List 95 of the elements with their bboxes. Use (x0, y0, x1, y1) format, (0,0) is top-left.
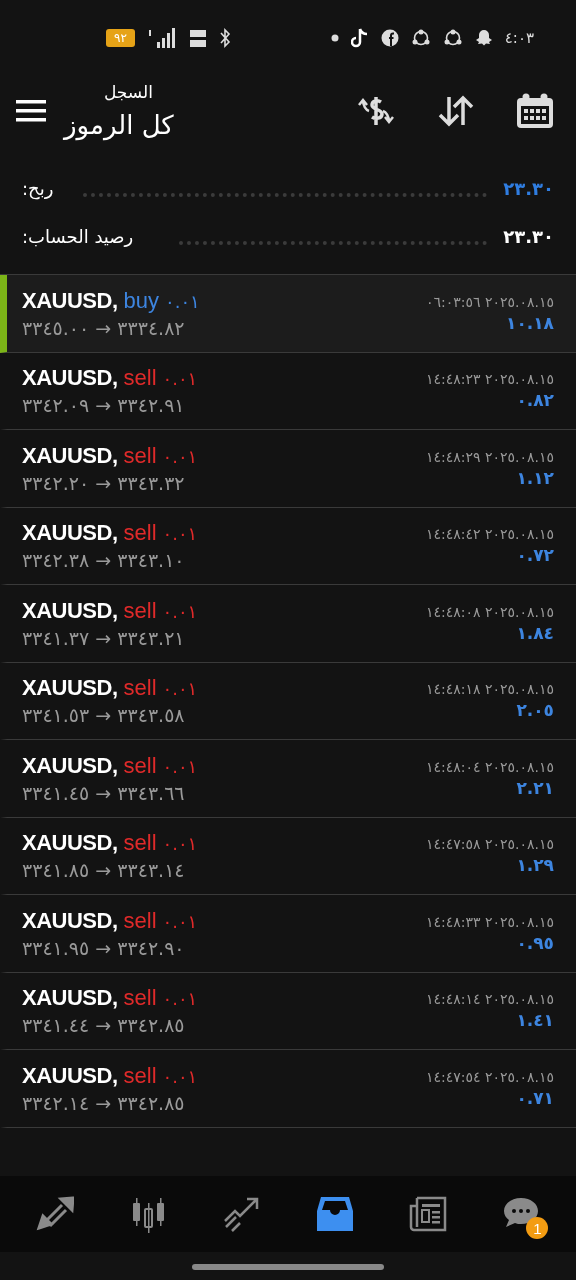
price-range: ٣٣٤١.٩٥ → ٣٣٤٢.٩٠ (22, 936, 186, 959)
price-range: ٣٣٤٥.٠٠ → ٣٣٣٤.٨٢ (22, 316, 186, 339)
trade-side: sell (123, 675, 157, 702)
bluetooth-icon (218, 28, 231, 48)
summary-value: ٢٣.٣٠ (503, 225, 554, 247)
trade-side: sell (123, 1062, 157, 1089)
trade-volume: ٠.٠١ (162, 523, 198, 545)
dot-icon (330, 34, 339, 42)
deal-time: ١٤:٤٨:٤٢ ٢٠٢٥.٠٨.١٥ (425, 526, 554, 543)
trade-side: buy (123, 287, 159, 314)
deal-time: ١٤:٤٨:٢٩ ٢٠٢٥.٠٨.١٥ (425, 448, 554, 465)
symbol-name: XAUUSD, (22, 907, 118, 934)
deal-profit: ٠.٨٢ (516, 390, 554, 411)
menu-icon (16, 100, 46, 122)
deal-time: ١٤:٤٨:١٤ ٢٠٢٥.٠٨.١٥ (425, 991, 554, 1008)
price-range: ٣٣٤٢.١٤ → ٣٣٤٢.٨٥ (22, 1091, 186, 1114)
deal-time: ٠٦:٠٣:٥٦ ٢٠٢٥.٠٨.١٥ (425, 293, 554, 310)
newspaper-icon (408, 1195, 447, 1233)
deal-profit: ٠.٩٥ (516, 932, 554, 953)
battery-level: ٩٢ (106, 29, 135, 47)
deal-time: ١٤:٤٨:١٨ ٢٠٢٥.٠٨.١٥ (425, 681, 554, 698)
deal-profit: ٠.٧١ (516, 1087, 554, 1108)
price-range: ٣٣٤٢.٠٩ → ٣٣٤٢.٩١ (22, 394, 186, 417)
sort-arrows-icon (438, 95, 474, 127)
price-range: ٣٣٤١.٣٧ → ٣٣٤٣.٢١ (22, 626, 186, 649)
deal-time: ١٤:٤٧:٥٨ ٢٠٢٥.٠٨.١٥ (425, 836, 554, 853)
trade-side: sell (123, 597, 157, 624)
deal-profit: ١.٤١ (516, 1010, 554, 1031)
deal-time: ١٤:٤٧:٥٤ ٢٠٢٥.٠٨.١٥ (425, 1068, 554, 1085)
symbol-name: XAUUSD, (22, 752, 118, 779)
currency-exchange-button[interactable] (356, 94, 396, 128)
sort-button[interactable] (438, 95, 474, 127)
symbol-name: XAUUSD, (22, 985, 118, 1012)
trend-arrow-icon (222, 1195, 261, 1233)
price-range: ٣٣٤٢.٣٨ → ٣٣٤٣.١٠ (22, 549, 186, 572)
deal-time: ١٤:٤٨:٣٣ ٢٠٢٥.٠٨.١٥ (425, 913, 554, 930)
deal-profit: ٠.٧٢ (516, 545, 554, 566)
trade-side: sell (123, 442, 157, 469)
signal-icon (146, 28, 177, 48)
double-arrow-icon (35, 1195, 74, 1233)
trade-volume: ٠.٠١ (162, 600, 198, 622)
trade-side: sell (123, 752, 157, 779)
price-range: ٣٣٤١.٥٣ → ٣٣٤٣.٥٨ (22, 704, 186, 727)
facebook-icon (380, 29, 399, 47)
trade-volume: ٠.٠١ (162, 678, 198, 700)
summary-label: رصيد الحساب: (22, 225, 134, 247)
symbol-name: XAUUSD, (22, 1062, 118, 1089)
trade-volume: ٠.٠١ (162, 445, 198, 467)
deal-time: ١٤:٤٨:٠٨ ٢٠٢٥.٠٨.١٥ (425, 603, 554, 620)
music-note-icon (350, 28, 369, 48)
symbol-name: XAUUSD, (22, 597, 118, 624)
trade-side: sell (123, 985, 157, 1012)
menu-button[interactable] (16, 100, 46, 122)
trade-side: sell (123, 907, 157, 934)
symbol-name: XAUUSD, (22, 442, 118, 469)
trade-volume: ٠.٠١ (162, 1065, 198, 1087)
symbol-name: XAUUSD, (22, 520, 118, 547)
trade-side: sell (123, 830, 157, 857)
calendar-button[interactable] (516, 93, 554, 129)
trade-side: sell (123, 365, 157, 392)
price-range: ٣٣٤٢.٢٠ → ٣٣٤٣.٣٢ (22, 471, 186, 494)
trade-volume: ٠.٠١ (162, 910, 198, 932)
deal-profit: ٢.٢١ (516, 777, 554, 798)
symbol-name: XAUUSD, (22, 830, 118, 857)
ghost-icon (474, 29, 493, 47)
trade-side: sell (123, 520, 157, 547)
trade-volume: ٠.٠١ (162, 368, 198, 390)
trade-volume: ٠.٠١ (162, 755, 198, 777)
trade-volume: ٠.٠١ (162, 833, 198, 855)
price-range: ٣٣٤١.٨٥ → ٣٣٤٣.١٤ (22, 859, 186, 882)
deal-profit: ١.٨٤ (516, 622, 554, 643)
symbol-name: XAUUSD, (22, 287, 118, 314)
deal-time: ١٤:٤٨:٠٤ ٢٠٢٥.٠٨.١٥ (425, 758, 554, 775)
share-icon (442, 29, 463, 47)
trade-volume: ٠.٠١ (165, 290, 200, 312)
price-range: ٣٣٤١.٤٤ → ٣٣٤٢.٨٥ (22, 1014, 186, 1037)
deal-profit: ١٠.١٨ (506, 312, 554, 333)
calendar-icon (516, 93, 554, 129)
clock-time: ٤:٠٣ (504, 29, 534, 47)
share-icon (410, 29, 431, 47)
deal-profit: ١.٢٩ (516, 855, 554, 876)
dollar-cycle-icon (356, 94, 396, 128)
screen-title: كل الرموز (64, 110, 174, 140)
summary-value: ٢٣.٣٠ (503, 177, 554, 199)
symbol-name: XAUUSD, (22, 365, 118, 392)
summary-label: ربح: (22, 177, 54, 199)
trade-volume: ٠.٠١ (162, 988, 198, 1010)
deal-profit: ١.١٢ (516, 467, 554, 488)
deal-profit: ٢.٠٥ (516, 700, 554, 721)
screen-subtitle: السجل (104, 82, 153, 102)
deal-time: ١٤:٤٨:٢٣ ٢٠٢٥.٠٨.١٥ (425, 371, 554, 388)
inbox-icon (315, 1195, 354, 1233)
symbol-name: XAUUSD, (22, 675, 118, 702)
price-range: ٣٣٤١.٤٥ → ٣٣٤٣.٦٦ (22, 781, 186, 804)
notification-badge: 1 (526, 1217, 549, 1239)
